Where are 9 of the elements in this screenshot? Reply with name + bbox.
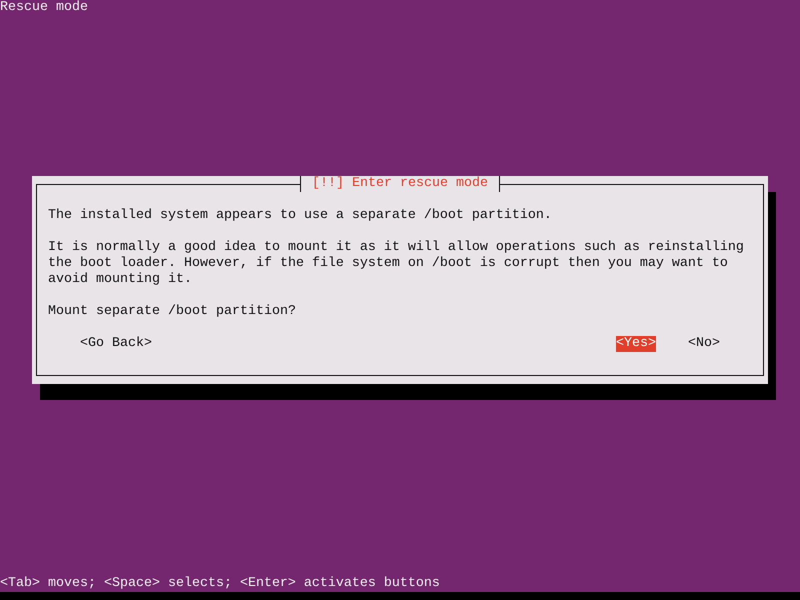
dialog-question: Mount separate /boot partition?	[48, 304, 297, 320]
answer-button[interactable]: <Yes>	[616, 336, 656, 352]
answer-button[interactable]: <No>	[688, 336, 720, 352]
status-bar-hint: <Tab> moves; <Space> selects; <Enter> activates buttons	[0, 576, 440, 592]
dialog-title: [!!] Enter rescue mode	[300, 176, 500, 192]
dialog-paragraph: It is normally a good idea to mount it as it will allow operations such as reinstalling the boot loader. However, if the file system on /boot is corrupt then you may want to avoid mounting it.	[48, 240, 745, 288]
go-back-button[interactable]: <Go Back>	[80, 336, 152, 352]
screen-title: Rescue mode	[0, 0, 88, 16]
dialog-paragraph: The installed system appears to use a separate /boot partition.	[48, 208, 553, 224]
